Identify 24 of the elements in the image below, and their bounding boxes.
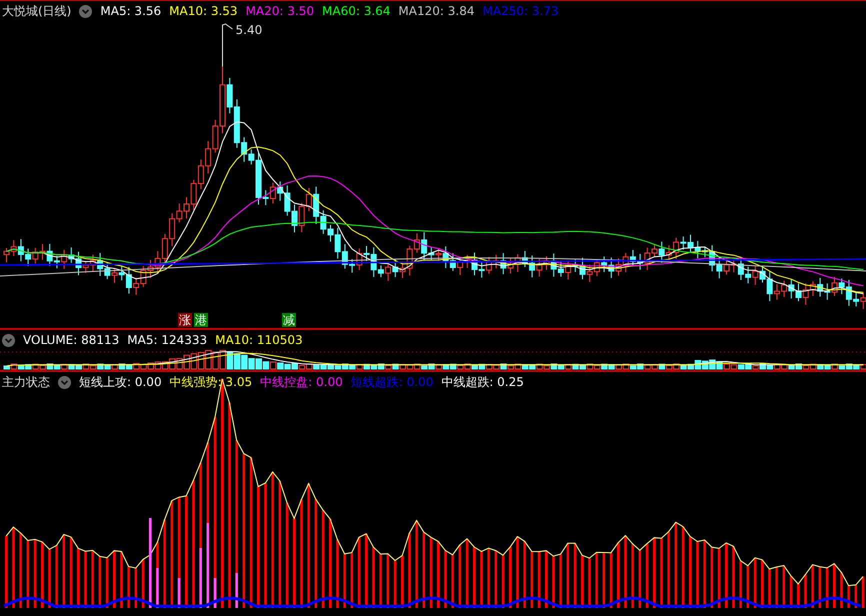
legend-value: MA120: 3.84	[398, 3, 474, 19]
dropdown-icon[interactable]	[58, 376, 71, 388]
legend-value: MA250: 3.73	[482, 3, 559, 19]
legend-value: 短线超跌: 0.00	[350, 374, 434, 390]
signal-marker: 港	[194, 313, 208, 327]
legend-value: MA5: 3.56	[100, 3, 162, 19]
chart-title: 主力状态	[2, 374, 50, 390]
legend-value: MA20: 3.50	[246, 3, 314, 19]
legend-value: MA10: 3.53	[169, 3, 238, 19]
dropdown-icon[interactable]	[2, 334, 15, 346]
price-label: 5.40	[236, 23, 262, 37]
legend-value: 短线上攻: 0.00	[79, 374, 162, 390]
legend-value: MA10: 110503	[215, 332, 303, 348]
signal-marker: 涨	[178, 313, 192, 327]
leader-line	[222, 23, 233, 67]
legend-value: MA5: 124333	[127, 332, 208, 348]
legend-value: MA60: 3.64	[322, 3, 390, 19]
legend-value: 中线强势: 3.05	[170, 374, 252, 390]
signal-marker: 减	[282, 313, 296, 327]
chart-title: 大悦城(日线)	[2, 3, 72, 19]
legend-value: VOLUME: 88113	[23, 332, 120, 348]
legend-value: 中线超跌: 0.25	[441, 374, 524, 390]
legend-value: 中线控盘: 0.00	[260, 374, 343, 390]
dropdown-icon[interactable]	[79, 4, 92, 18]
